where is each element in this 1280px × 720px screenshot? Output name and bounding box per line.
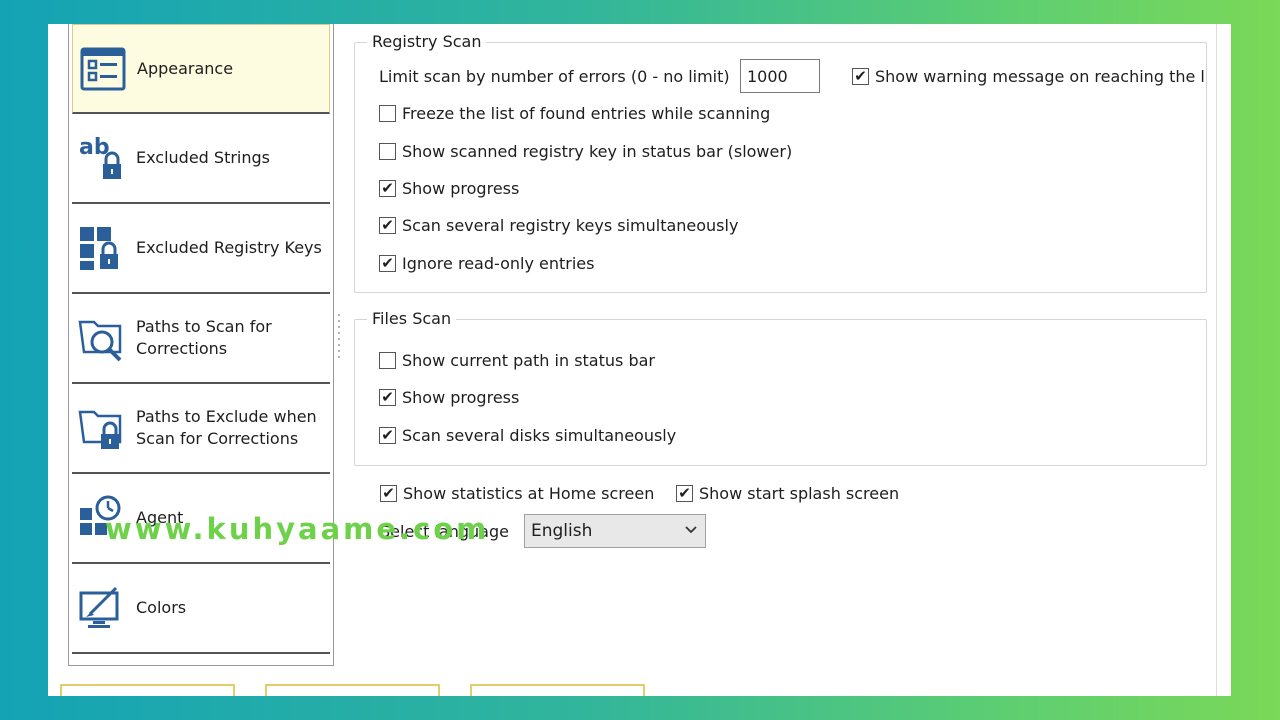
checkbox-box[interactable] — [379, 104, 396, 122]
show-warning-label: Show warning message on reaching the lir — [875, 66, 1204, 86]
language-value: English — [531, 521, 593, 541]
option-label: Show start splash screen — [699, 483, 900, 503]
option-label: Ignore read-only entries — [402, 253, 595, 273]
settings-window: Appearance ab Excluded Strings Excluded — [48, 24, 1231, 696]
files-scan-group: Files Scan Show current path in status b… — [354, 308, 1207, 466]
bottom-button-3[interactable] — [470, 684, 645, 696]
option-label: Scan several disks simultaneously — [402, 425, 677, 445]
chevron-down-icon — [685, 526, 697, 534]
checkbox-box[interactable] — [379, 142, 396, 160]
option-label: Show current path in status bar — [402, 350, 655, 370]
option-label: Show progress — [402, 178, 520, 198]
window-right-edge — [1216, 24, 1217, 696]
sidebar-item-label: Excluded Strings — [136, 148, 271, 167]
limit-errors-row: Limit scan by number of errors (0 - no l… — [379, 65, 730, 87]
checkbox-box[interactable]: ✔ — [379, 216, 396, 234]
freeze-list-checkbox[interactable]: Freeze the list of found entries while s… — [379, 102, 770, 124]
sidebar-item-label: Appearance — [137, 59, 234, 78]
sidebar-item-paths-to-scan[interactable]: Paths to Scan for Corrections — [72, 294, 330, 384]
pane-splitter[interactable] — [337, 314, 341, 374]
monitor-brush-icon — [79, 586, 119, 628]
settings-sidebar: Appearance ab Excluded Strings Excluded — [68, 24, 334, 666]
folder-search-icon — [78, 320, 122, 362]
registry-scan-group: Registry Scan Limit scan by number of er… — [354, 31, 1207, 293]
option-label: Freeze the list of found entries while s… — [402, 103, 771, 123]
excluded-registry-keys-icon — [80, 227, 118, 270]
option-label: Scan several registry keys simultaneousl… — [402, 215, 739, 235]
bottom-button-2[interactable] — [265, 684, 440, 696]
option-label: Show statistics at Home screen — [403, 483, 655, 503]
checkbox-box[interactable]: ✔ — [852, 67, 869, 85]
checkbox-box[interactable] — [379, 351, 396, 369]
checkbox-box[interactable]: ✔ — [676, 484, 693, 502]
checkbox-box[interactable]: ✔ — [379, 254, 396, 272]
limit-errors-label: Limit scan by number of errors (0 - no l… — [379, 66, 730, 86]
excluded-strings-icon: ab — [79, 135, 121, 179]
sidebar-item-label: Paths to Scan for Corrections — [136, 317, 272, 358]
sidebar-item-label: Paths to Exclude when Scan for Correctio… — [136, 407, 317, 448]
appearance-icon — [80, 47, 126, 91]
scan-keys-simultaneously-checkbox[interactable]: ✔ Scan several registry keys simultaneou… — [379, 214, 738, 236]
sidebar-item-colors[interactable]: Colors — [72, 564, 330, 654]
watermark-text: www.kuhyaame.com — [105, 512, 490, 546]
limit-errors-input[interactable] — [740, 59, 820, 93]
option-label: Show progress — [402, 387, 520, 407]
folder-lock-icon — [78, 410, 122, 449]
checkbox-box[interactable]: ✔ — [379, 388, 396, 406]
show-warning-checkbox[interactable]: ✔ Show warning message on reaching the l… — [852, 65, 1204, 87]
sidebar-item-appearance[interactable]: Appearance — [72, 24, 330, 114]
sidebar-item-excluded-registry-keys[interactable]: Excluded Registry Keys — [72, 204, 330, 294]
checkbox-box[interactable]: ✔ — [379, 179, 396, 197]
checkbox-box[interactable]: ✔ — [379, 426, 396, 444]
registry-scan-title: Registry Scan — [367, 31, 487, 53]
checkbox-box[interactable]: ✔ — [380, 484, 397, 502]
option-label: Show scanned registry key in status bar … — [402, 141, 793, 161]
registry-show-progress-checkbox[interactable]: ✔ Show progress — [379, 177, 519, 199]
ignore-readonly-checkbox[interactable]: ✔ Ignore read-only entries — [379, 252, 594, 274]
sidebar-item-label: Excluded Registry Keys — [136, 238, 322, 257]
bottom-button-1[interactable] — [60, 684, 235, 696]
sidebar-item-label: Colors — [136, 598, 187, 617]
show-splash-checkbox[interactable]: ✔ Show start splash screen — [676, 482, 899, 504]
language-select[interactable]: English — [524, 514, 706, 548]
sidebar-item-excluded-strings[interactable]: ab Excluded Strings — [72, 114, 330, 204]
files-show-progress-checkbox[interactable]: ✔ Show progress — [379, 386, 519, 408]
scan-disks-simultaneously-checkbox[interactable]: ✔ Scan several disks simultaneously — [379, 424, 676, 446]
show-statistics-checkbox[interactable]: ✔ Show statistics at Home screen — [380, 482, 654, 504]
files-scan-title: Files Scan — [367, 308, 457, 330]
show-scanned-key-checkbox[interactable]: Show scanned registry key in status bar … — [379, 140, 792, 162]
sidebar-item-paths-to-exclude[interactable]: Paths to Exclude when Scan for Correctio… — [72, 384, 330, 474]
show-current-path-checkbox[interactable]: Show current path in status bar — [379, 349, 655, 371]
